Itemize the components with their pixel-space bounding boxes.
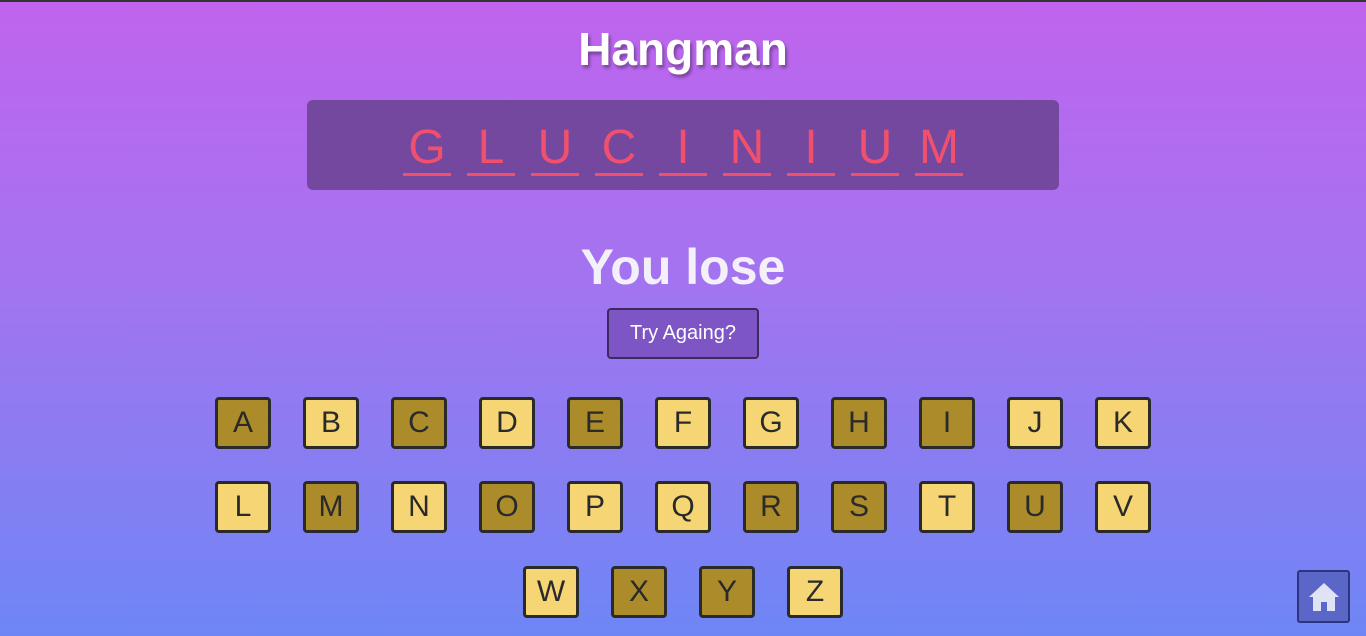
word-letter: U xyxy=(851,122,899,176)
word-letter: N xyxy=(723,122,771,176)
word-letter: G xyxy=(403,122,451,176)
key-m[interactable]: M xyxy=(303,481,359,533)
key-p[interactable]: P xyxy=(567,481,623,533)
home-icon xyxy=(1308,582,1339,611)
key-a[interactable]: A xyxy=(215,397,271,449)
key-l[interactable]: L xyxy=(215,481,271,533)
key-t[interactable]: T xyxy=(919,481,975,533)
game-title: Hangman xyxy=(578,23,788,75)
key-k[interactable]: K xyxy=(1095,397,1151,449)
key-r[interactable]: R xyxy=(743,481,799,533)
key-i[interactable]: I xyxy=(919,397,975,449)
result-message: You lose xyxy=(580,239,786,295)
key-u[interactable]: U xyxy=(1007,481,1063,533)
key-j[interactable]: J xyxy=(1007,397,1063,449)
try-again-button[interactable]: Try Againg? xyxy=(607,308,759,359)
key-h[interactable]: H xyxy=(831,397,887,449)
home-button[interactable] xyxy=(1297,570,1350,623)
word-letter: U xyxy=(531,122,579,176)
key-d[interactable]: D xyxy=(479,397,535,449)
word-letter: I xyxy=(659,122,707,176)
key-q[interactable]: Q xyxy=(655,481,711,533)
key-f[interactable]: F xyxy=(655,397,711,449)
key-z[interactable]: Z xyxy=(787,566,843,618)
word-letter: L xyxy=(467,122,515,176)
key-y[interactable]: Y xyxy=(699,566,755,618)
key-c[interactable]: C xyxy=(391,397,447,449)
key-b[interactable]: B xyxy=(303,397,359,449)
word-display: G L U C I N I U M xyxy=(307,100,1059,190)
key-o[interactable]: O xyxy=(479,481,535,533)
key-x[interactable]: X xyxy=(611,566,667,618)
key-s[interactable]: S xyxy=(831,481,887,533)
word-letter: I xyxy=(787,122,835,176)
word-letter: C xyxy=(595,122,643,176)
key-v[interactable]: V xyxy=(1095,481,1151,533)
key-e[interactable]: E xyxy=(567,397,623,449)
key-g[interactable]: G xyxy=(743,397,799,449)
key-w[interactable]: W xyxy=(523,566,579,618)
key-n[interactable]: N xyxy=(391,481,447,533)
word-letter: M xyxy=(915,122,963,176)
